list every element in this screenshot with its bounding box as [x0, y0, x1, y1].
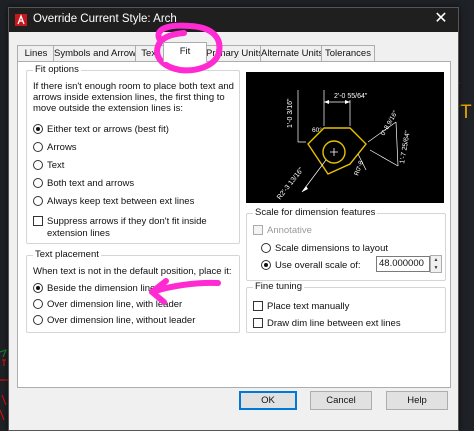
checkbox-indicator[interactable] [33, 216, 43, 226]
radio-label: Over dimension line, without leader [47, 314, 196, 326]
place-text-manually-checkbox[interactable]: Place text manually [253, 299, 349, 313]
radio-over-line-with-leader[interactable]: Over dimension line, with leader [33, 297, 182, 311]
fit-options-title: Fit options [33, 64, 81, 75]
radio-beside-dimension-line[interactable]: Beside the dimension line [33, 281, 155, 295]
preview-dim-1: 1'-0 3/16" [287, 98, 294, 128]
tab-tolerances[interactable]: Tolerances [321, 45, 375, 61]
radio-always-keep-text-between[interactable]: Always keep text between ext lines [33, 194, 194, 208]
suppress-arrows-checkbox[interactable]: Suppress arrows if they don't fit inside [33, 214, 207, 228]
radio-indicator[interactable] [33, 283, 43, 293]
radio-indicator[interactable] [33, 142, 43, 152]
text-placement-group: Text placement When text is not in the d… [26, 249, 240, 333]
window-title: Override Current Style: Arch [33, 13, 177, 25]
help-button[interactable]: Help [386, 391, 448, 410]
draw-dim-line-checkbox[interactable]: Draw dim line between ext lines [253, 316, 401, 330]
radio-indicator[interactable] [261, 243, 271, 253]
radio-indicator[interactable] [33, 124, 43, 134]
fine-tuning-title: Fine tuning [253, 281, 305, 292]
radio-label: Arrows [47, 141, 77, 153]
text-placement-description: When text is not in the default position… [33, 266, 232, 277]
radio-both-text-and-arrows[interactable]: Both text and arrows [33, 176, 134, 190]
radio-indicator[interactable] [33, 178, 43, 188]
radio-either-text-or-arrows[interactable]: Either text or arrows (best fit) [33, 122, 169, 136]
fine-tuning-group: Fine tuning Place text manually Draw dim… [246, 281, 446, 333]
override-style-dialog: Override Current Style: Arch ✕ Lines Sym… [8, 7, 459, 431]
annotative-checkbox[interactable]: Annotative [253, 223, 312, 237]
radio-indicator[interactable] [33, 299, 43, 309]
fit-options-group: Fit options If there isn't enough room t… [26, 64, 240, 244]
checkbox-label: Place text manually [267, 300, 350, 312]
preview-dim-6: 60° [312, 126, 322, 134]
tab-strip: Lines Symbols and Arrows Text Fit Primar… [17, 42, 449, 62]
close-icon[interactable]: ✕ [424, 8, 458, 32]
overall-scale-input[interactable]: 48.000000 [376, 256, 430, 272]
checkbox-indicator[interactable] [253, 225, 263, 235]
tab-primary-units[interactable]: Primary Units [205, 45, 263, 61]
checkbox-label: Suppress arrows if they don't fit inside [47, 215, 207, 227]
radio-label: Always keep text between ext lines [47, 195, 195, 207]
radio-label: Both text and arrows [47, 177, 135, 189]
scale-spinner[interactable]: ▲ ▼ [430, 255, 442, 273]
radio-label: Text [47, 159, 65, 171]
radio-indicator[interactable] [33, 315, 43, 325]
fit-options-description-line-1: If there isn't enough room to place both… [33, 81, 234, 92]
radio-indicator[interactable] [261, 260, 271, 270]
fit-options-description-line-2: arrows inside extension lines, the first… [33, 92, 225, 103]
checkbox-indicator[interactable] [253, 301, 263, 311]
radio-indicator[interactable] [33, 160, 43, 170]
radio-label: Scale dimensions to layout [275, 242, 389, 254]
radio-arrows[interactable]: Arrows [33, 140, 77, 154]
radio-scale-to-layout[interactable]: Scale dimensions to layout [261, 241, 388, 255]
fit-tab-page: Fit options If there isn't enough room t… [17, 61, 451, 388]
scale-title: Scale for dimension features [253, 207, 378, 218]
radio-over-line-without-leader[interactable]: Over dimension line, without leader [33, 313, 195, 327]
suppress-arrows-label-line-2: extension lines [47, 228, 110, 239]
tab-fit[interactable]: Fit [163, 42, 207, 62]
text-placement-title: Text placement [33, 249, 101, 260]
tab-text[interactable]: Text [135, 45, 165, 61]
radio-label: Beside the dimension line [47, 282, 156, 294]
checkbox-indicator[interactable] [253, 318, 263, 328]
ok-button[interactable]: OK [239, 391, 297, 410]
cancel-button[interactable]: Cancel [310, 391, 372, 410]
spin-down-icon[interactable]: ▼ [431, 264, 441, 272]
fit-options-description-line-3: move outside the extension lines is: [33, 103, 183, 114]
tab-symbols-and-arrows[interactable]: Symbols and Arrows [53, 45, 141, 61]
radio-label: Either text or arrows (best fit) [47, 123, 169, 135]
radio-use-overall-scale[interactable]: Use overall scale of: [261, 258, 361, 272]
tab-alternate-units[interactable]: Alternate Units [260, 45, 323, 61]
radio-label: Over dimension line, with leader [47, 298, 183, 310]
app-icon [15, 14, 27, 26]
checkbox-label: Draw dim line between ext lines [267, 317, 401, 329]
preview-dim-2: 2'-0 55/64" [334, 93, 368, 100]
radio-indicator[interactable] [33, 196, 43, 206]
checkbox-label: Annotative [267, 224, 312, 236]
spin-up-icon[interactable]: ▲ [431, 256, 441, 264]
title-bar[interactable]: Override Current Style: Arch ✕ [9, 8, 458, 32]
tab-lines[interactable]: Lines [17, 45, 55, 61]
dimension-preview: 1'-0 3/16" 2'-0 55/64" 1'-7 25/64" 0'-8 … [246, 72, 444, 203]
radio-text[interactable]: Text [33, 158, 64, 172]
radio-label: Use overall scale of: [275, 259, 361, 271]
